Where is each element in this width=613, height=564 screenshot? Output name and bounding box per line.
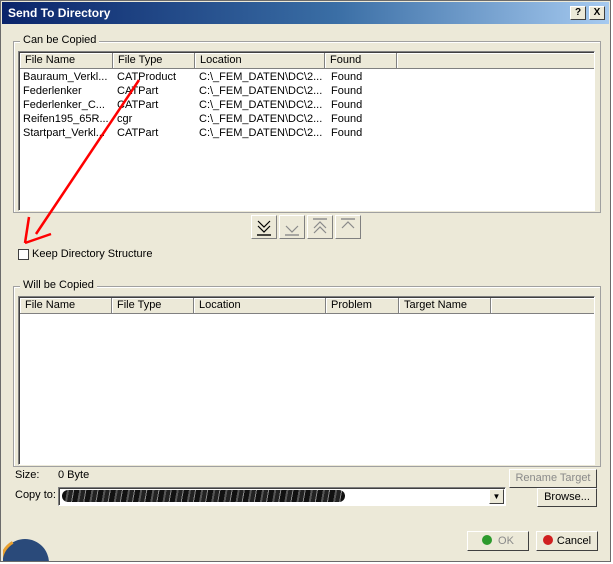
cancel-button[interactable]: Cancel (536, 531, 598, 551)
copy-to-combobox[interactable]: ▼ (58, 487, 506, 506)
column-header-filler (491, 298, 594, 314)
column-header-file-type[interactable]: File Type (112, 298, 194, 314)
browse-button[interactable]: Browse... (537, 488, 597, 507)
column-header-file-name[interactable]: File Name (20, 298, 112, 314)
will-be-copied-list[interactable]: File Name File Type Location Problem Tar… (18, 296, 595, 465)
redacted-path-scribble (62, 490, 345, 502)
ok-icon (482, 535, 493, 545)
cancel-icon (542, 535, 553, 545)
column-header-problem[interactable]: Problem (326, 298, 399, 314)
column-header-target-name[interactable]: Target Name (399, 298, 491, 314)
will-be-copied-label: Will be Copied (20, 279, 97, 291)
chevron-down-icon[interactable]: ▼ (489, 489, 504, 504)
catia-logo-icon (3, 537, 51, 561)
column-header-location[interactable]: Location (194, 298, 326, 314)
cancel-label: Cancel (556, 535, 592, 547)
send-to-directory-dialog: Send To Directory ? X Can be Copied File… (0, 0, 611, 562)
copy-to-label: Copy to: (15, 489, 56, 501)
ok-label: OK (498, 535, 514, 547)
ok-button[interactable]: OK (467, 531, 529, 551)
size-label: Size: (15, 469, 40, 481)
rename-target-button[interactable]: Rename Target (509, 469, 597, 488)
size-value: 0 Byte (58, 469, 90, 481)
annotation-arrow-icon (23, 79, 141, 245)
